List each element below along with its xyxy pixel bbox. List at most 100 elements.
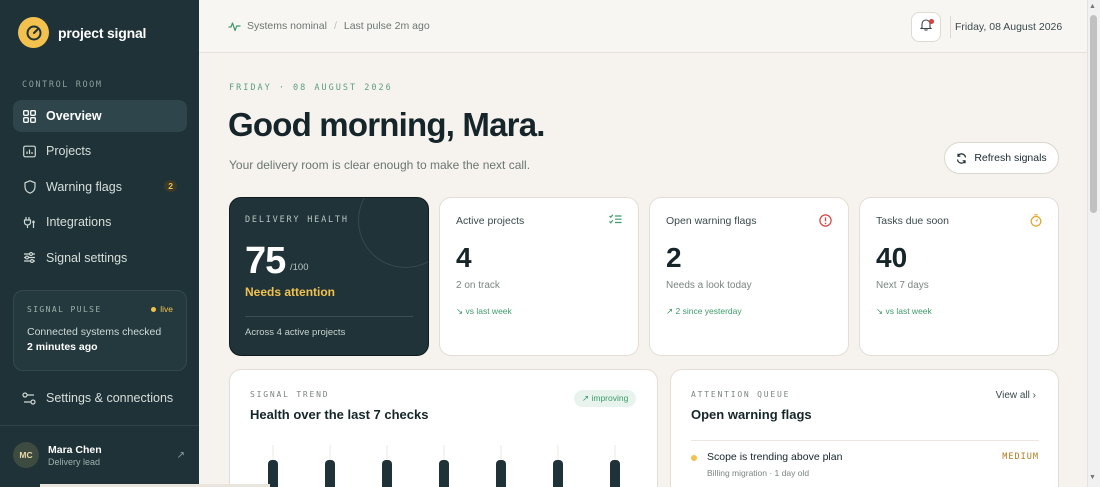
date-eyebrow: FRIDAY · 08 AUGUST 2026 <box>229 83 393 93</box>
card-value: 4 <box>456 242 472 273</box>
settings-connections-link[interactable]: Settings & connections <box>22 391 173 405</box>
pulse-title: SIGNAL PULSE <box>27 304 102 314</box>
pulse-text: Connected systems checked <box>27 326 162 338</box>
refresh-label: Refresh signals <box>974 152 1047 164</box>
timer-icon <box>1030 214 1042 227</box>
connections-icon <box>22 391 36 405</box>
notification-dot <box>929 19 934 24</box>
page-subtitle: Your delivery room is clear enough to ma… <box>229 158 531 172</box>
signal-logo-icon <box>18 17 49 48</box>
scroll-down-icon[interactable]: ▼ <box>1089 474 1096 481</box>
refresh-icon <box>956 152 967 164</box>
pulse-time: 2 minutes ago <box>27 341 98 353</box>
sidebar-item-label: Projects <box>46 144 92 159</box>
health-footer: Across 4 active projects <box>245 327 346 338</box>
sidebar-item-label: Overview <box>46 109 102 123</box>
card-title: Tasks due soon <box>876 215 949 227</box>
health-max: /100 <box>290 262 309 273</box>
system-status: Systems nominal / Last pulse 2m ago <box>228 20 430 32</box>
trend-check-bar <box>325 460 335 487</box>
page-title: Good morning, Mara. <box>228 106 545 143</box>
card-trend: ↗ 2 since yesterday <box>666 306 742 316</box>
brand-name: project signal <box>58 24 147 41</box>
user-profile[interactable]: MC Mara Chen Delivery lead ↗ <box>13 442 187 468</box>
improving-chip: ↗ improving <box>574 390 637 407</box>
health-label: DELIVERY HEALTH <box>245 215 349 225</box>
delivery-health-card[interactable]: DELIVERY HEALTH 75 /100 Needs attention … <box>229 197 429 356</box>
live-label: live <box>160 304 173 314</box>
flag-title: Scope is trending above plan <box>707 451 843 463</box>
sidebar-item-label: Integrations <box>46 215 112 230</box>
brand[interactable]: project signal <box>18 17 146 48</box>
sidebar-item-overview[interactable]: Overview <box>13 100 187 132</box>
scrollbar-thumb[interactable] <box>1090 15 1097 213</box>
warning-flags-card[interactable]: Open warning flags 2 Needs a look today … <box>649 197 849 356</box>
live-dot-icon <box>151 306 157 312</box>
flag-meta: Billing migration · 1 day old <box>707 468 810 478</box>
signal-trend-panel: SIGNAL TREND Health over the last 7 chec… <box>229 369 658 487</box>
card-title: Open warning flags <box>666 215 757 227</box>
decorative-ring <box>358 198 428 268</box>
trend-check-bar <box>439 460 449 487</box>
card-subtext: Needs a look today <box>666 280 752 291</box>
section-label: CONTROL ROOM <box>22 80 103 90</box>
card-trend: ↘ vs last week <box>876 306 932 316</box>
sidebar-item-warning-flags[interactable]: Warning flags 2 <box>13 171 187 203</box>
last-pulse-text: Last pulse 2m ago <box>343 20 430 32</box>
sidebar-nav: Overview Projects Warning flags 2 Integr… <box>13 100 187 277</box>
trend-check-bar <box>268 460 278 487</box>
panel-eyebrow: SIGNAL TREND <box>250 390 330 399</box>
view-all-link[interactable]: View all › <box>996 390 1036 401</box>
shield-icon <box>22 179 37 194</box>
folder-chart-icon <box>22 144 37 159</box>
refresh-signals-button[interactable]: Refresh signals <box>944 142 1059 174</box>
sidebar-item-label: Signal settings <box>46 250 128 265</box>
health-divider <box>245 316 413 317</box>
queue-divider <box>691 440 1039 441</box>
card-trend: ↘ vs last week <box>456 306 512 316</box>
external-arrow-icon[interactable]: ↗ <box>177 450 185 461</box>
card-title: Active projects <box>456 215 525 227</box>
sidebar: project signal CONTROL ROOM Overview Pro… <box>0 0 199 487</box>
status-separator: / <box>333 20 337 32</box>
status-text: Systems nominal <box>247 20 327 32</box>
panel-title: Health over the last 7 checks <box>250 407 429 422</box>
card-subtext: Next 7 days <box>876 280 929 291</box>
severity-badge: MEDIUM <box>1002 452 1039 462</box>
trend-check-bar <box>382 460 392 487</box>
health-score: 75 <box>245 240 286 282</box>
checklist-icon <box>609 214 622 225</box>
current-date: Friday, 08 August 2026 <box>955 21 1063 33</box>
sidebar-item-integrations[interactable]: Integrations <box>13 206 187 238</box>
tasks-due-card[interactable]: Tasks due soon 40 Next 7 days ↘ vs last … <box>859 197 1059 356</box>
health-status: Needs attention <box>245 285 336 299</box>
panel-title: Open warning flags <box>691 407 812 422</box>
card-value: 40 <box>876 242 908 273</box>
trend-check-bar <box>553 460 563 487</box>
alert-circle-icon <box>819 214 832 227</box>
card-subtext: 2 on track <box>456 280 500 291</box>
notifications-button[interactable] <box>911 12 941 42</box>
card-value: 2 <box>666 242 682 273</box>
grid-icon <box>22 109 37 124</box>
scroll-up-icon[interactable]: ▲ <box>1089 3 1096 10</box>
settings-label: Settings & connections <box>46 391 174 405</box>
trend-check-bar <box>496 460 506 487</box>
active-projects-card[interactable]: Active projects 4 2 on track ↘ vs last w… <box>439 197 639 356</box>
sliders-icon <box>22 250 37 265</box>
sidebar-item-projects[interactable]: Projects <box>13 135 187 167</box>
signal-pulse-card: SIGNAL PULSE live Connected systems chec… <box>13 290 187 371</box>
trend-check-bar <box>610 460 620 487</box>
sidebar-item-signal-settings[interactable]: Signal settings <box>13 242 187 274</box>
sidebar-item-label: Warning flags <box>46 179 122 194</box>
sidebar-divider <box>0 425 199 426</box>
user-name: Mara Chen <box>48 443 102 456</box>
health-trend-chart <box>268 445 620 487</box>
avatar: MC <box>13 442 39 468</box>
panel-eyebrow: ATTENTION QUEUE <box>691 390 791 399</box>
top-bar: Systems nominal / Last pulse 2m ago Frid… <box>199 0 1087 53</box>
user-role: Delivery lead <box>48 456 101 467</box>
severity-dot-icon <box>691 455 697 461</box>
heartbeat-icon <box>228 21 241 32</box>
attention-queue-panel: ATTENTION QUEUE Open warning flags View … <box>670 369 1059 487</box>
